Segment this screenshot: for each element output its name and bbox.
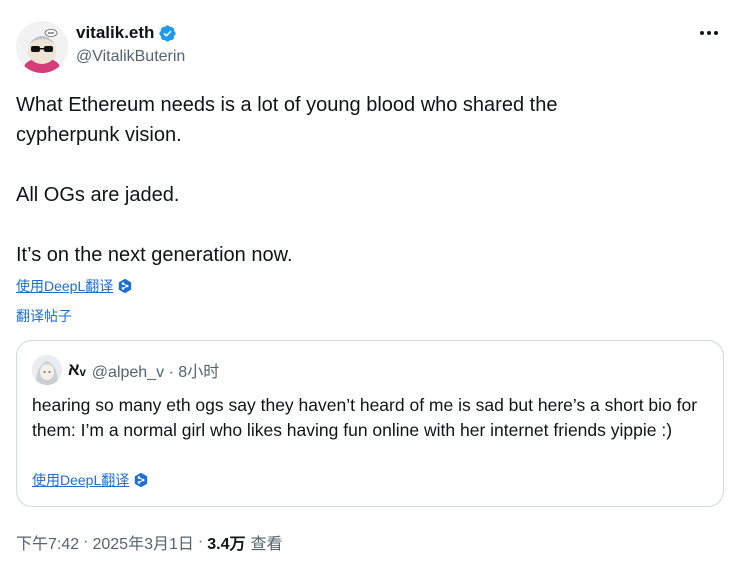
separator-dot: · bbox=[197, 533, 204, 550]
quoted-deepl-translate-link[interactable]: 使用DeepL翻译 bbox=[32, 470, 149, 490]
tweet-line: cypherpunk vision. bbox=[16, 124, 182, 146]
separator-dot: · bbox=[83, 533, 89, 550]
tweet-time[interactable]: 下午7:42 bbox=[16, 530, 79, 554]
view-count: 3.4万 bbox=[207, 536, 246, 553]
author-avatar[interactable] bbox=[16, 21, 68, 73]
quoted-tweet-header: אᵥ @alpeh_v · 8小时 bbox=[32, 355, 219, 385]
quoted-tweet-text: hearing so many eth ogs say they haven’t… bbox=[32, 395, 698, 440]
verified-badge-icon bbox=[159, 24, 177, 42]
tweet-text: What Ethereum needs is a lot of young bl… bbox=[16, 90, 716, 270]
deepl-icon bbox=[135, 472, 148, 488]
quoted-author-avatar[interactable] bbox=[32, 355, 62, 385]
deepl-translate-label: 使用DeepL翻译 bbox=[16, 278, 114, 294]
translate-post-link[interactable]: 翻译帖子 bbox=[16, 306, 72, 326]
deepl-translate-link[interactable]: 使用DeepL翻译 bbox=[16, 276, 133, 296]
author-info: vitalik.eth @VitalikButerin bbox=[76, 23, 185, 66]
quoted-deepl-translate-label: 使用DeepL翻译 bbox=[32, 472, 130, 488]
quoted-handle-time[interactable]: @alpeh_v · 8小时 bbox=[92, 358, 219, 382]
more-options-button[interactable] bbox=[698, 22, 720, 44]
deepl-icon bbox=[119, 278, 132, 294]
tweet-date[interactable]: 2025年3月1日 bbox=[92, 530, 193, 554]
quoted-display-name[interactable]: אᵥ bbox=[68, 360, 86, 380]
tweet-line: What Ethereum needs is a lot of young bl… bbox=[16, 94, 558, 116]
quoted-tweet[interactable]: אᵥ @alpeh_v · 8小时 hearing so many eth og… bbox=[16, 340, 724, 507]
avatar-cartoon-icon bbox=[16, 21, 68, 73]
more-dots-icon bbox=[700, 31, 718, 35]
tweet-footer: 下午7:42 · 2025年3月1日 · 3.4万 查看 bbox=[16, 530, 282, 554]
view-count-label: 查看 bbox=[250, 536, 283, 553]
author-display-name[interactable]: vitalik.eth bbox=[76, 23, 154, 43]
avatar-anime-icon bbox=[32, 355, 62, 385]
tweet-line: All OGs are jaded. bbox=[16, 184, 180, 206]
author-handle[interactable]: @VitalikButerin bbox=[76, 48, 185, 66]
tweet-card: vitalik.eth @VitalikButerin What Ethereu… bbox=[0, 0, 742, 564]
tweet-line: It’s on the next generation now. bbox=[16, 244, 293, 266]
